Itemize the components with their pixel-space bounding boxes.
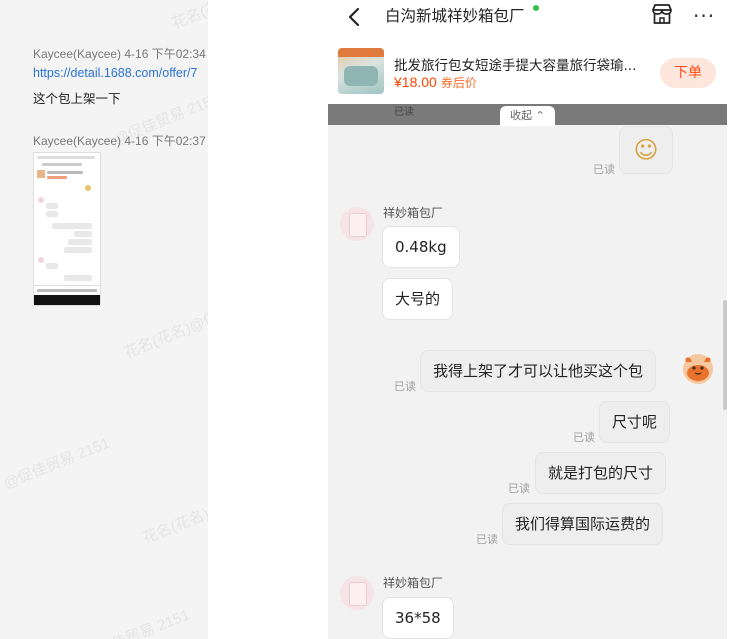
read-status: 已读: [476, 533, 498, 546]
message-bubble[interactable]: 大号的: [382, 278, 454, 320]
read-status: 已读: [593, 163, 615, 176]
message-bubble[interactable]: 尺寸呢: [599, 401, 671, 443]
watermark: @促佳贸易 2151: [81, 606, 193, 639]
shop-avatar[interactable]: [340, 207, 374, 241]
message-bubble[interactable]: 0.48kg: [382, 226, 460, 268]
read-status: 已读: [394, 107, 414, 118]
read-status: 已读: [573, 431, 595, 444]
sender-name: 祥妙箱包厂: [383, 206, 444, 220]
message-sender-time: Kaycee(Kaycee) 4-16 下午02:34: [33, 47, 206, 61]
online-status-dot: [533, 5, 539, 11]
chat-header: 白沟新城祥妙箱包厂 ···: [328, 0, 727, 42]
screenshot-thumbnail[interactable]: [33, 152, 101, 306]
watermark: 花名(花名)@: [140, 499, 209, 548]
watermark: @促佳贸易 2151: [1, 434, 113, 493]
message-sender-time: Kaycee(Kaycee) 4-16 下午02:37: [33, 134, 206, 148]
message-text: 这个包上架一下: [33, 91, 121, 106]
message-bubble[interactable]: 我们得算国际运费的: [502, 503, 664, 545]
chat-window: 白沟新城祥妙箱包厂 ··· 批发旅行包女短途手提大容量旅行袋瑜... ¥18.0…: [328, 0, 727, 639]
more-icon[interactable]: ···: [693, 4, 715, 28]
sender-name: 祥妙箱包厂: [383, 576, 444, 590]
message-bubble[interactable]: 就是打包的尺寸: [535, 452, 667, 494]
product-card[interactable]: 批发旅行包女短途手提大容量旅行袋瑜... ¥18.00 券后价 下单: [328, 42, 727, 104]
price-value: ¥18.00: [394, 74, 437, 90]
price-tag: 券后价: [440, 76, 477, 90]
message-bubble[interactable]: 我得上架了才可以让他买这个包: [420, 350, 657, 392]
watermark: 花名(花名)@促佳贸: [121, 297, 209, 362]
order-button[interactable]: 下单: [660, 58, 716, 88]
product-image[interactable]: [338, 48, 384, 94]
product-price: ¥18.00 券后价: [394, 74, 477, 91]
product-title[interactable]: 批发旅行包女短途手提大容量旅行袋瑜...: [394, 54, 656, 74]
chevron-left-icon[interactable]: [344, 6, 366, 28]
shop-avatar[interactable]: [340, 576, 374, 610]
message-bubble[interactable]: 36*58: [382, 597, 454, 639]
emoji-bubble[interactable]: ☺: [619, 126, 673, 174]
shop-name[interactable]: 白沟新城祥妙箱包厂: [385, 4, 525, 26]
offer-link[interactable]: https://detail.1688.com/offer/7: [33, 66, 197, 80]
message-history-pane: 花名(花名) @促佳贸易 2151 花名(花名)@促佳贸 @促佳贸易 2151 …: [0, 0, 209, 639]
read-status: 已读: [508, 482, 530, 495]
collapse-label: 收起: [510, 109, 533, 122]
read-status: 已读: [394, 380, 416, 393]
collapse-button[interactable]: 收起 ⌃: [500, 106, 555, 126]
gutter: [208, 0, 328, 639]
store-icon[interactable]: [650, 3, 674, 25]
watermark: 花名(花名): [169, 0, 209, 33]
chevron-up-icon: ⌃: [535, 109, 545, 122]
user-avatar[interactable]: [682, 352, 714, 384]
right-margin: [727, 0, 753, 639]
